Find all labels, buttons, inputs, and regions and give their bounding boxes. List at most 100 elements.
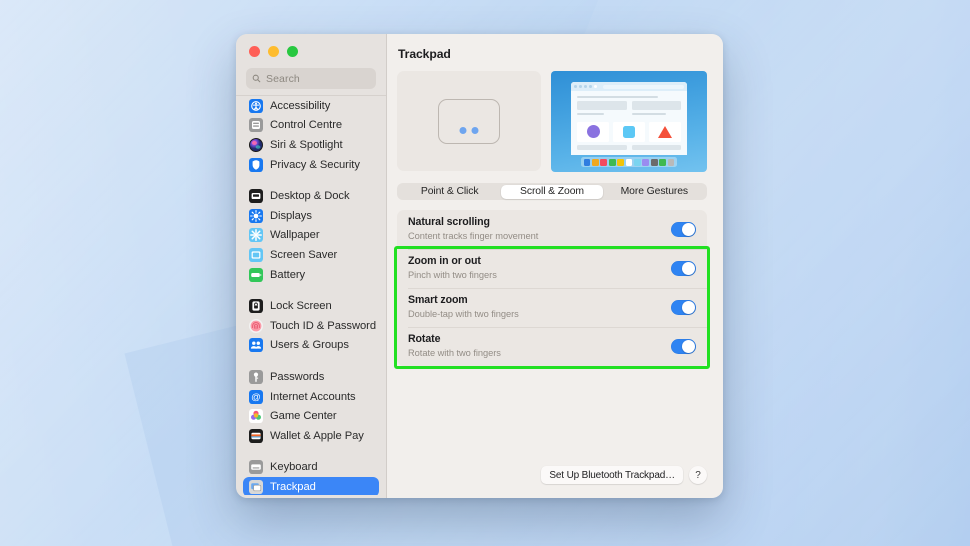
color-swatch [659, 159, 666, 166]
sidebar-item-desktop-dock[interactable]: Desktop & Dock [243, 186, 379, 206]
sidebar-item-trackpad[interactable]: Trackpad [243, 477, 379, 495]
preview-text-line [577, 113, 604, 115]
sidebar-item-accessibility[interactable]: Accessibility [243, 96, 379, 116]
setup-bluetooth-trackpad-button[interactable]: Set Up Bluetooth Trackpad… [541, 466, 683, 484]
touch-id-icon [249, 319, 263, 333]
sidebar-item-touch-id[interactable]: Touch ID & Password [243, 316, 379, 336]
trackpad-icon [249, 480, 263, 494]
close-button[interactable] [249, 46, 260, 57]
sidebar-item-label: Game Center [270, 410, 337, 422]
setting-row-zoom-in-or-out[interactable]: Zoom in or out Pinch with two fingers [397, 249, 707, 288]
preview-card [577, 122, 609, 142]
sidebar-spacer [236, 174, 386, 186]
setting-title: Zoom in or out [408, 255, 671, 268]
sidebar-item-label: Siri & Spotlight [270, 139, 343, 151]
page-title: Trackpad [387, 34, 723, 61]
sidebar-item-wallpaper[interactable]: Wallpaper [243, 226, 379, 246]
sidebar-spacer [236, 355, 386, 367]
sidebar-item-lock-screen[interactable]: Lock Screen [243, 296, 379, 316]
minimize-button[interactable] [268, 46, 279, 57]
sidebar-item-label: Trackpad [270, 481, 316, 493]
toggle-natural-scrolling[interactable] [671, 222, 696, 237]
sidebar-item-control-centre[interactable]: Control Centre [243, 116, 379, 136]
privacy-security-icon [249, 158, 263, 172]
preview-titlebar [571, 82, 687, 91]
preview-text-line [632, 113, 667, 115]
sidebar-item-passwords[interactable]: Passwords [243, 367, 379, 387]
triangle-shape-icon [658, 126, 672, 138]
tab-point-and-click[interactable]: Point & Click [399, 185, 501, 199]
tab-scroll-and-zoom[interactable]: Scroll & Zoom [501, 185, 603, 199]
preview-block [632, 101, 682, 110]
sidebar-item-label: Keyboard [270, 461, 318, 473]
battery-icon [249, 268, 263, 282]
color-swatch [634, 159, 641, 166]
sidebar-item-label: Wallpaper [270, 229, 320, 241]
sidebar-item-privacy-security[interactable]: Privacy & Security [243, 155, 379, 175]
search-icon [252, 70, 261, 88]
footer-actions: Set Up Bluetooth Trackpad… ? [541, 466, 707, 484]
preview-footer-blocks [577, 145, 681, 150]
tab-more-gestures[interactable]: More Gestures [603, 185, 705, 199]
setting-title: Smart zoom [408, 294, 671, 307]
preview-block [632, 145, 682, 150]
color-swatch [592, 159, 599, 166]
search-input[interactable]: Search [246, 68, 376, 89]
zoom-button[interactable] [287, 46, 298, 57]
preview-body [571, 91, 687, 150]
setting-row-natural-scrolling[interactable]: Natural scrolling Content tracks finger … [397, 210, 707, 249]
siri-icon [249, 138, 263, 152]
color-swatch [651, 159, 658, 166]
color-swatch [642, 159, 649, 166]
preview-color-palette [581, 157, 677, 167]
sidebar-item-label: Users & Groups [270, 339, 349, 351]
sidebar-item-label: Screen Saver [270, 249, 337, 261]
preview-dot [589, 85, 592, 88]
game-center-icon [249, 409, 263, 423]
control-centre-icon [249, 118, 263, 132]
sidebar-item-keyboard[interactable]: Keyboard [243, 458, 379, 478]
users-groups-icon [249, 338, 263, 352]
sidebar-item-internet-accounts[interactable]: @ Internet Accounts [243, 387, 379, 407]
sidebar-item-siri-spotlight[interactable]: Siri & Spotlight [243, 135, 379, 155]
sidebar-item-screen-saver[interactable]: Screen Saver [243, 245, 379, 265]
circle-shape-icon [587, 125, 600, 138]
color-swatch [617, 159, 624, 166]
row-text: Rotate Rotate with two fingers [408, 333, 671, 359]
search-placeholder: Search [266, 73, 300, 85]
gesture-dot [472, 127, 479, 134]
preview-dot [594, 85, 597, 88]
gesture-dots [460, 127, 479, 134]
row-text: Natural scrolling Content tracks finger … [408, 216, 671, 242]
sidebar-spacer [236, 446, 386, 458]
sidebar-item-wallet-apple-pay[interactable]: Wallet & Apple Pay [243, 426, 379, 446]
help-button[interactable]: ? [689, 466, 707, 484]
setting-subtitle: Double-tap with two fingers [408, 308, 671, 320]
sidebar-item-battery[interactable]: Battery [243, 265, 379, 285]
keyboard-icon [249, 460, 263, 474]
toggle-zoom-in-or-out[interactable] [671, 261, 696, 276]
preview-dot [584, 85, 587, 88]
sidebar-item-label: Touch ID & Password [270, 320, 376, 332]
preview-card [613, 122, 645, 142]
color-swatch [600, 159, 607, 166]
preview-dot [579, 85, 582, 88]
setting-title: Natural scrolling [408, 216, 671, 229]
sidebar-item-displays[interactable]: Displays [243, 206, 379, 226]
segmented-tabs: Point & Click Scroll & Zoom More Gesture… [397, 183, 707, 200]
toggle-smart-zoom[interactable] [671, 300, 696, 315]
square-shape-icon [623, 126, 635, 138]
setting-row-smart-zoom[interactable]: Smart zoom Double-tap with two fingers [397, 288, 707, 327]
gesture-preview-video[interactable] [551, 71, 707, 172]
sidebar-spacer [236, 284, 386, 296]
preview-shape-cards [577, 122, 681, 142]
setting-row-rotate[interactable]: Rotate Rotate with two fingers [397, 327, 707, 366]
sidebar-item-users-groups[interactable]: Users & Groups [243, 336, 379, 356]
sidebar-item-label: Passwords [270, 371, 324, 383]
toggle-rotate[interactable] [671, 339, 696, 354]
hero-row [387, 61, 723, 172]
lock-screen-icon [249, 299, 263, 313]
sidebar-item-game-center[interactable]: Game Center [243, 406, 379, 426]
toggle-knob [682, 223, 695, 236]
sidebar-scroll-area[interactable]: Accessibility Control Centre Siri & Spot… [236, 95, 386, 495]
